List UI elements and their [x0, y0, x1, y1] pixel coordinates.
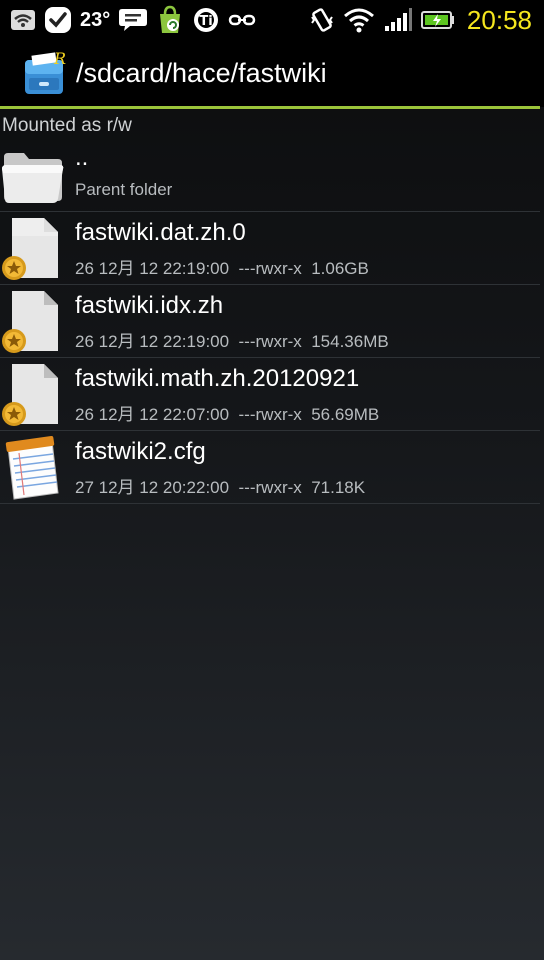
file-manager-app-icon[interactable]: R — [22, 49, 66, 98]
locked-file-icon — [0, 216, 64, 282]
file-meta: 26 12月 12 22:19:00 ---rwxr-x 154.36MB — [75, 332, 389, 351]
file-name: fastwiki2.cfg — [75, 438, 206, 465]
wifi-signal-icon — [343, 7, 375, 33]
locked-file-icon — [0, 362, 64, 428]
folder-icon — [0, 143, 64, 209]
list-item-file[interactable]: fastwiki.math.zh.20120921 26 12月 12 22:0… — [0, 358, 540, 431]
file-meta: 27 12月 12 20:22:00 ---rwxr-x 71.18K — [75, 478, 366, 497]
task-check-icon — [44, 6, 72, 34]
file-meta: Parent folder — [75, 180, 173, 199]
gear-t-icon: Ti — [192, 6, 220, 34]
list-item-file[interactable]: fastwiki2.cfg 27 12月 12 20:22:00 ---rwxr… — [0, 431, 540, 504]
file-name: .. — [75, 144, 89, 171]
list-item-file[interactable]: fastwiki.idx.zh 26 12月 12 22:19:00 ---rw… — [0, 285, 540, 358]
temperature-readout: 23° — [80, 8, 111, 31]
file-meta: 26 12月 12 22:19:00 ---rwxr-x 1.06GB — [75, 259, 369, 278]
link-icon — [228, 12, 256, 28]
title-divider — [0, 106, 540, 109]
list-item-parent-folder[interactable]: .. Parent folder — [0, 139, 540, 212]
mount-status-label: Mounted as r/w — [2, 115, 132, 136]
file-name: fastwiki.math.zh.20120921 — [75, 365, 360, 392]
file-list: .. Parent folder fastwiki.dat.zh.0 26 12… — [0, 139, 540, 504]
title-bar: R /sdcard/hace/fastwiki — [0, 40, 544, 107]
status-bar: 23° Ti 20:58 — [0, 0, 544, 40]
cell-signal-icon — [383, 7, 413, 33]
wifi-notification-icon — [10, 8, 36, 32]
file-name: fastwiki.idx.zh — [75, 292, 224, 319]
locked-file-icon — [0, 289, 64, 355]
vibrate-icon — [309, 7, 335, 33]
current-path-title: /sdcard/hace/fastwiki — [76, 58, 327, 88]
file-name: fastwiki.dat.zh.0 — [75, 219, 246, 246]
text-file-icon — [0, 435, 64, 501]
list-item-file[interactable]: fastwiki.dat.zh.0 26 12月 12 22:19:00 ---… — [0, 212, 540, 285]
file-meta: 26 12月 12 22:07:00 ---rwxr-x 56.69MB — [75, 405, 380, 424]
clock: 20:58 — [466, 4, 532, 35]
svg-text:Ti: Ti — [200, 14, 213, 29]
battery-charging-icon — [420, 9, 455, 31]
market-update-icon — [156, 5, 184, 35]
svg-text:R: R — [53, 50, 66, 68]
message-icon — [118, 7, 148, 33]
